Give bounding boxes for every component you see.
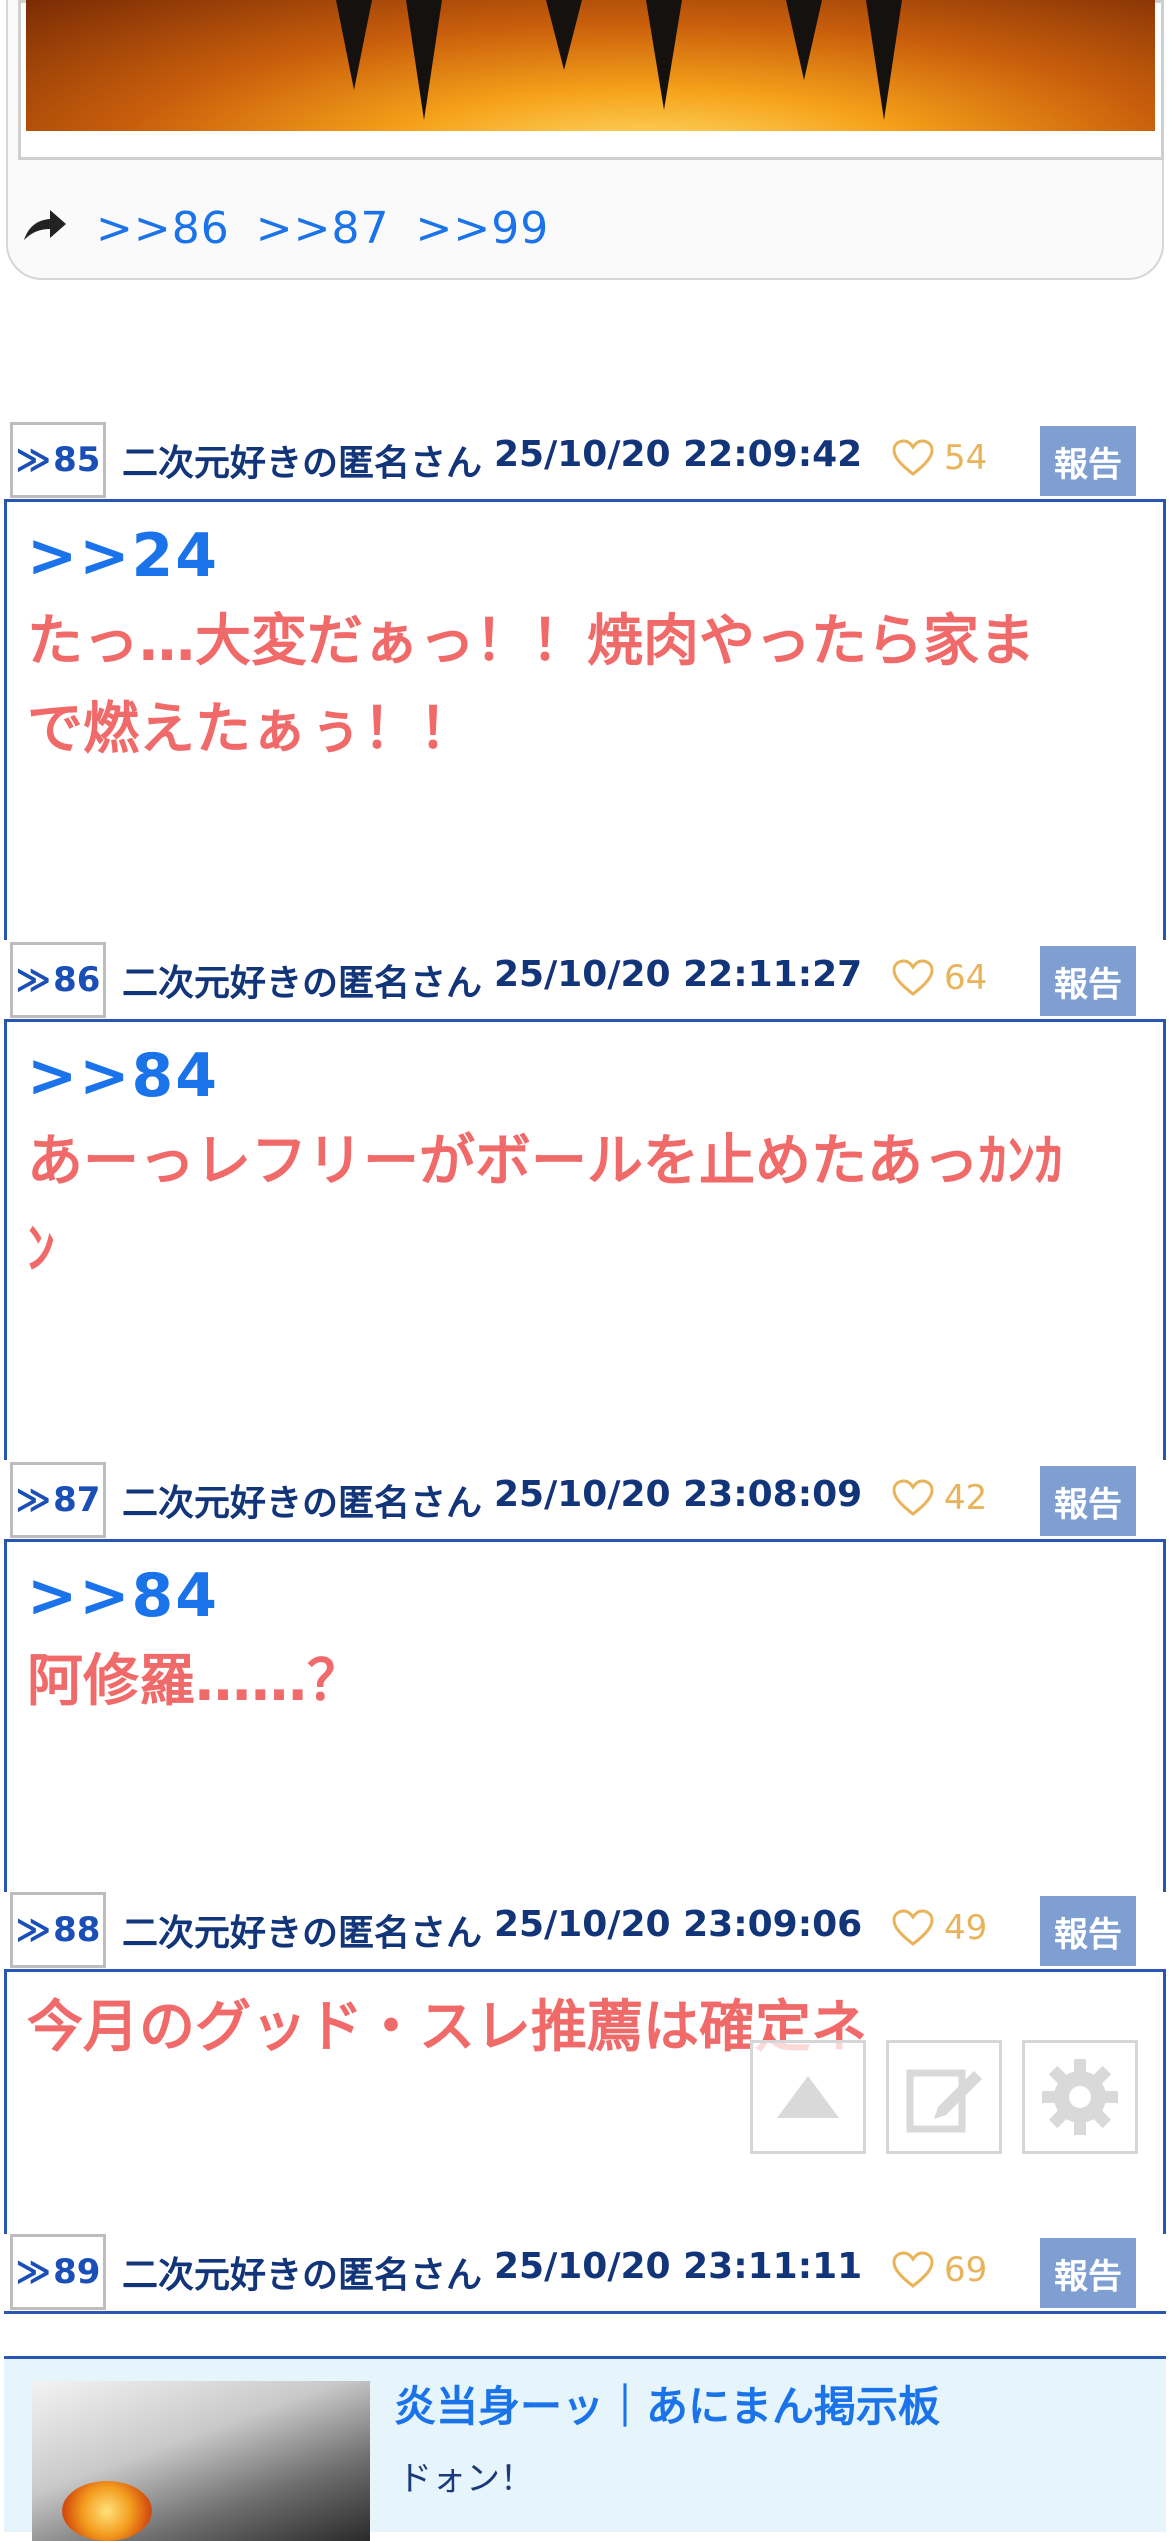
like-count: 49 — [944, 1908, 988, 1948]
report-button[interactable]: 報告 — [1040, 1896, 1136, 1966]
post-text: で燃えたぁぅ！！ — [27, 697, 475, 762]
like-count: 64 — [944, 958, 988, 998]
post-body: >>84 あーっレフリーがボールを止めたあっｶﾝｶ ﾝ — [4, 1022, 1166, 1460]
post-date: 25/10/20 22:11:27 — [494, 954, 863, 995]
post-number-link[interactable]: ≫ 86 — [10, 942, 106, 1018]
reply-anchor-link[interactable]: >>24 — [27, 514, 1143, 598]
heart-icon — [892, 959, 934, 996]
reply-link[interactable]: >>86 — [96, 203, 230, 254]
post-author: 二次元好きの匿名さん — [122, 963, 483, 1004]
post-body: >>84 阿修羅……？ — [4, 1542, 1166, 1892]
like-count: 54 — [944, 438, 988, 478]
post-text: あーっレフリーがボールを止めたあっｶﾝｶ — [27, 1129, 1063, 1194]
like-button[interactable]: 42 — [892, 1478, 987, 1518]
post-author: 二次元好きの匿名さん — [122, 443, 483, 484]
reply-link[interactable]: >>87 — [256, 203, 390, 254]
report-button[interactable]: 報告 — [1040, 946, 1136, 1016]
like-count: 69 — [944, 2250, 988, 2290]
heart-icon — [892, 1479, 934, 1516]
reply-links-row: >>86 >>87 >>99 — [22, 200, 575, 256]
post-header: ≫ 89 二次元好きの匿名さん 25/10/20 23:11:11 69 報告 — [4, 2232, 1166, 2314]
like-button[interactable]: 69 — [892, 2250, 987, 2290]
post-text: たっ…大変だぁっ！！焼肉やったら家ま — [27, 609, 1035, 674]
post-date: 25/10/20 23:11:11 — [494, 2246, 863, 2287]
post-header: ≫ 87 二次元好きの匿名さん 25/10/20 23:08:09 42 報告 — [4, 1460, 1166, 1542]
settings-button[interactable] — [1022, 2040, 1138, 2154]
scroll-top-icon — [777, 2076, 839, 2118]
related-thread-excerpt: ドォン！ — [398, 2459, 534, 2499]
report-button[interactable]: 報告 — [1040, 426, 1136, 496]
like-button[interactable]: 54 — [892, 438, 987, 478]
reply-icon — [22, 208, 68, 248]
post-number-link[interactable]: ≫ 88 — [10, 1892, 106, 1968]
heart-icon — [892, 1909, 934, 1946]
like-button[interactable]: 49 — [892, 1908, 987, 1948]
post-number-link[interactable]: ≫ 87 — [10, 1462, 106, 1538]
reply-anchor-link[interactable]: >>84 — [27, 1554, 1143, 1638]
post-number-link[interactable]: ≫ 85 — [10, 422, 106, 498]
reply-anchor-link[interactable]: >>84 — [27, 1034, 1143, 1118]
report-button[interactable]: 報告 — [1040, 2238, 1136, 2308]
post-header: ≫ 86 二次元好きの匿名さん 25/10/20 22:11:27 64 報告 — [4, 940, 1166, 1022]
post-image[interactable] — [26, 0, 1155, 131]
new-post-button[interactable] — [886, 2040, 1002, 2154]
post-author: 二次元好きの匿名さん — [122, 2255, 483, 2296]
related-thread-thumbnail — [32, 2381, 370, 2541]
heart-icon — [892, 2251, 934, 2288]
heart-icon — [892, 439, 934, 476]
post-date: 25/10/20 23:08:09 — [494, 1474, 863, 1515]
post-text: 阿修羅……？ — [27, 1649, 363, 1714]
scroll-top-button[interactable] — [750, 2040, 866, 2154]
post-author: 二次元好きの匿名さん — [122, 1913, 483, 1954]
post-body: >>24 たっ…大変だぁっ！！焼肉やったら家ま で燃えたぁぅ！！ — [4, 502, 1166, 940]
post-header: ≫ 85 二次元好きの匿名さん 25/10/20 22:09:42 54 報告 — [4, 420, 1166, 502]
report-button[interactable]: 報告 — [1040, 1466, 1136, 1536]
reply-link[interactable]: >>99 — [415, 203, 549, 254]
post-header: ≫ 88 二次元好きの匿名さん 25/10/20 23:09:06 49 報告 — [4, 1890, 1166, 1972]
edit-icon — [906, 2069, 982, 2133]
post-author: 二次元好きの匿名さん — [122, 1483, 483, 1524]
like-button[interactable]: 64 — [892, 958, 987, 998]
like-count: 42 — [944, 1478, 988, 1518]
related-thread-title[interactable]: 炎当身ーッ｜あにまん掲示板 — [394, 2373, 940, 2434]
post-number-link[interactable]: ≫ 89 — [10, 2234, 106, 2310]
post-date: 25/10/20 23:09:06 — [494, 1904, 863, 1945]
post-text: ﾝ — [27, 1217, 55, 1282]
post-date: 25/10/20 22:09:42 — [494, 434, 863, 475]
related-thread-card[interactable]: 炎当身ーッ｜あにまん掲示板 ドォン！ — [4, 2356, 1166, 2541]
settings-gear-icon — [1042, 2059, 1118, 2135]
